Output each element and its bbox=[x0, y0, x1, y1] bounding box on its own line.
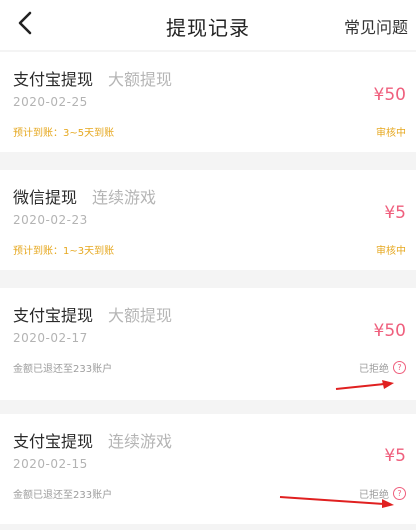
withdrawal-record[interactable]: 支付宝提现 大额提现 2020-02-25 ¥50 预计到账：3~5天到账 审核… bbox=[0, 52, 416, 152]
withdrawal-record[interactable]: 支付宝提现 连续游戏 2020-02-15 ¥5 金额已退还至233账户 已拒绝… bbox=[0, 414, 416, 524]
status-text: 审核中 bbox=[376, 128, 406, 139]
record-note: 预计到账：1~3天到账 bbox=[13, 246, 115, 257]
record-date: 2020-02-23 bbox=[13, 213, 88, 227]
annotation-arrow bbox=[279, 496, 394, 508]
record-note: 金额已退还至233账户 bbox=[13, 364, 113, 375]
withdrawal-record[interactable]: 支付宝提现 大额提现 2020-02-17 ¥50 金额已退还至233账户 已拒… bbox=[0, 288, 416, 400]
record-date: 2020-02-25 bbox=[13, 95, 88, 109]
record-method: 支付宝提现 bbox=[13, 432, 94, 451]
status-badge: 审核中 bbox=[376, 242, 406, 257]
record-date: 2020-02-17 bbox=[13, 331, 88, 345]
record-method: 支付宝提现 bbox=[13, 70, 94, 89]
status-text: 已拒绝 bbox=[359, 364, 389, 375]
record-amount: ¥50 bbox=[373, 321, 406, 341]
faq-link[interactable]: 常见问题 bbox=[344, 14, 408, 38]
record-method: 微信提现 bbox=[13, 188, 78, 207]
question-circle-icon[interactable]: ? bbox=[393, 361, 406, 374]
record-method: 支付宝提现 bbox=[13, 306, 94, 325]
record-note: 金额已退还至233账户 bbox=[13, 490, 113, 501]
record-type: 大额提现 bbox=[108, 306, 173, 325]
record-type: 连续游戏 bbox=[108, 432, 173, 451]
record-type: 连续游戏 bbox=[92, 188, 157, 207]
record-note: 预计到账：3~5天到账 bbox=[13, 128, 115, 139]
record-amount: ¥5 bbox=[384, 203, 406, 223]
withdrawal-record[interactable]: 微信提现 连续游戏 2020-02-23 ¥5 预计到账：1~3天到账 审核中 bbox=[0, 170, 416, 270]
top-bar: 提现记录 常见问题 bbox=[0, 0, 416, 50]
status-text: 审核中 bbox=[376, 246, 406, 257]
record-amount: ¥50 bbox=[373, 85, 406, 105]
annotation-arrow bbox=[335, 380, 394, 390]
record-amount: ¥5 bbox=[384, 446, 406, 466]
record-type: 大额提现 bbox=[108, 70, 173, 89]
record-date: 2020-02-15 bbox=[13, 457, 88, 471]
status-badge: 已拒绝 ? bbox=[359, 360, 406, 375]
status-badge: 审核中 bbox=[376, 124, 406, 139]
